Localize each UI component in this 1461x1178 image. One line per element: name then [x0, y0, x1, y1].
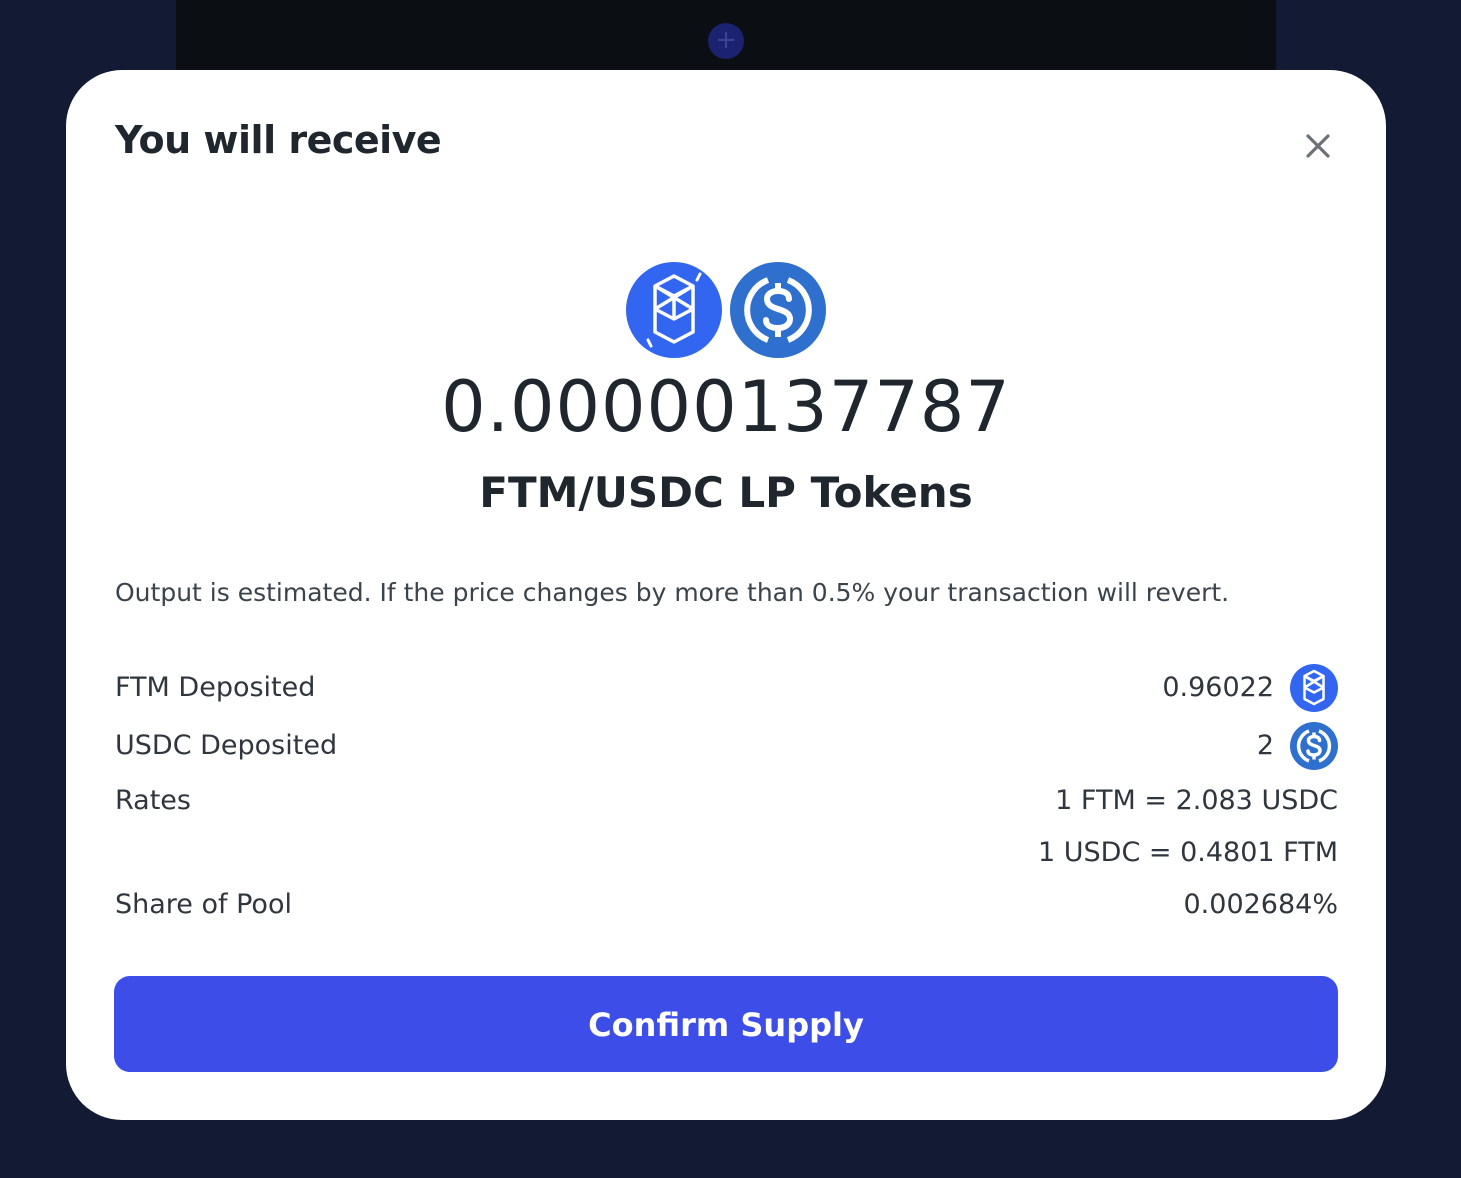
usdc-deposited-value: 2 — [1256, 730, 1274, 761]
rates-row: Rates 1 FTM = 2.083 USDC — [115, 777, 1338, 825]
close-icon — [1306, 134, 1330, 158]
share-of-pool-value: 0.002684% — [1183, 889, 1339, 920]
lp-token-amount: 0.00000137787 — [441, 366, 1011, 448]
modal-title: You will receive — [115, 118, 442, 162]
supply-modal: You will receive 0.00000137787 FTM/USDC … — [66, 70, 1386, 1120]
confirm-supply-button[interactable]: Confirm Supply — [114, 976, 1338, 1072]
ftm-deposited-value: 0.96022 — [1162, 672, 1274, 703]
share-of-pool-label: Share of Pool — [115, 889, 292, 920]
share-of-pool-row: Share of Pool 0.002684% — [115, 881, 1338, 929]
ftm-deposited-label: FTM Deposited — [115, 672, 316, 703]
usdc-deposited-row: USDC Deposited 2 — [115, 722, 1338, 770]
lp-token-label: FTM/USDC LP Tokens — [479, 468, 973, 517]
estimate-note: Output is estimated. If the price change… — [115, 578, 1230, 607]
usdc-deposited-label: USDC Deposited — [115, 730, 338, 761]
add-icon: + — [708, 23, 744, 59]
ftm-token-icon — [626, 262, 722, 358]
close-button[interactable] — [1298, 126, 1338, 166]
rate-usdc-ftm: 1 USDC = 0.4801 FTM — [1038, 837, 1338, 868]
rates-row-2: 1 USDC = 0.4801 FTM — [115, 829, 1338, 877]
ftm-token-icon — [1290, 664, 1338, 712]
ftm-deposited-row: FTM Deposited 0.96022 — [115, 664, 1338, 712]
rates-label: Rates — [115, 785, 191, 816]
rate-ftm-usdc: 1 FTM = 2.083 USDC — [1055, 785, 1338, 816]
token-pair-icons — [626, 262, 826, 358]
usdc-token-icon — [1290, 722, 1338, 770]
usdc-token-icon — [730, 262, 826, 358]
